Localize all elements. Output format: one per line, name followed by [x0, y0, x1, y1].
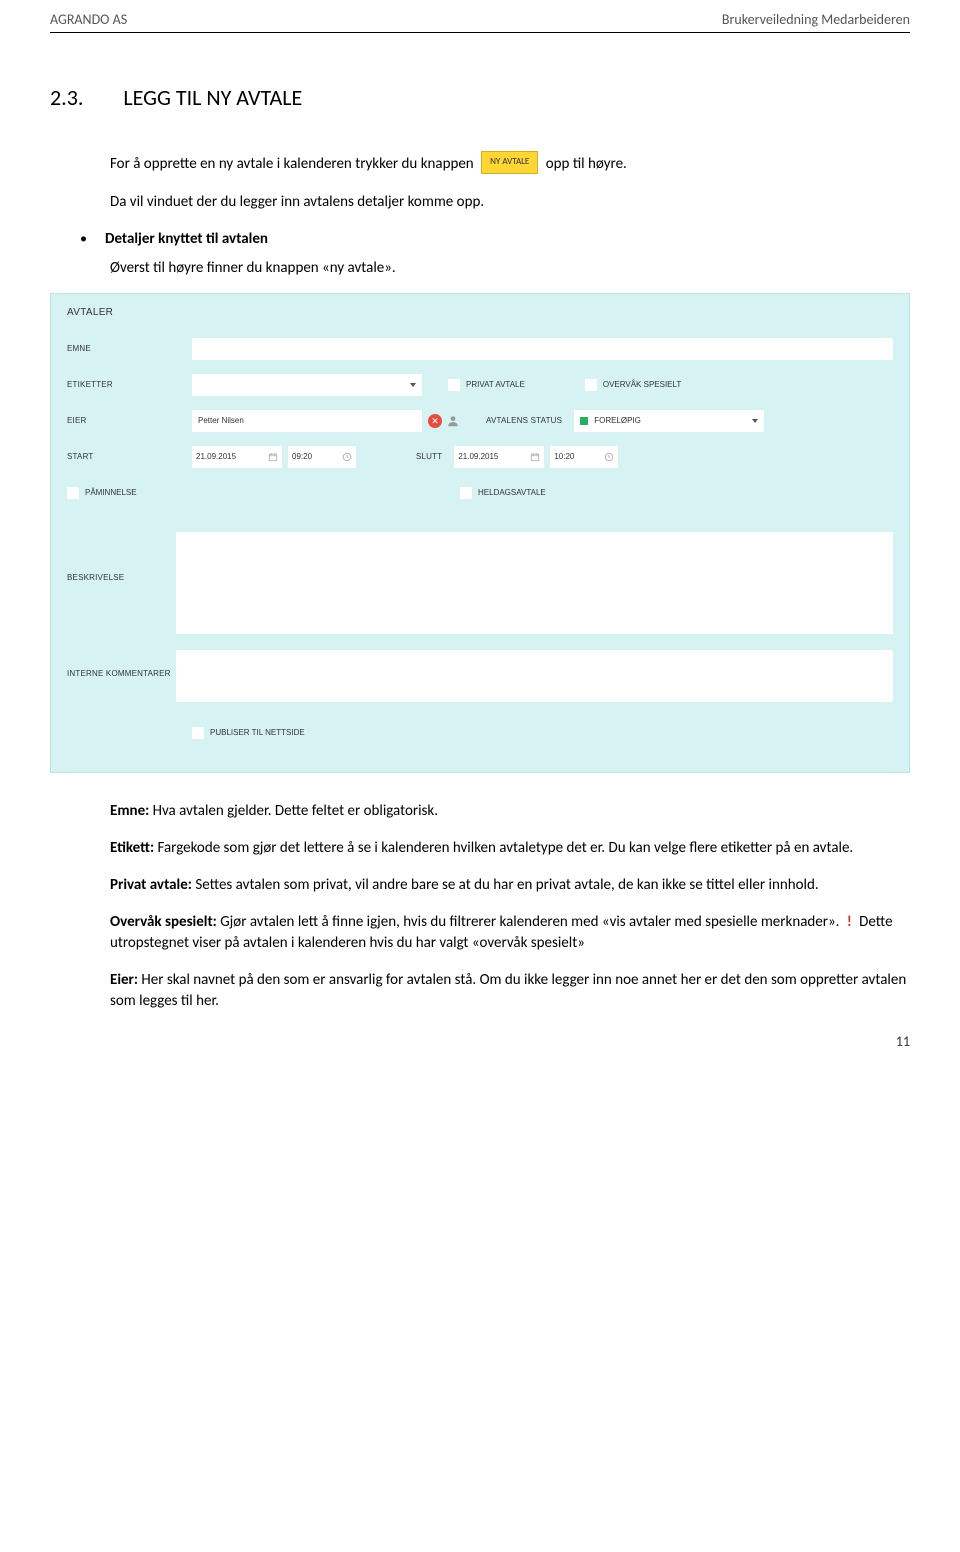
- label-emne: EMNE: [67, 343, 192, 354]
- doc-header-left: AGRANDO AS: [50, 10, 127, 30]
- exclamation-icon: !: [843, 913, 856, 931]
- person-icon[interactable]: [446, 414, 460, 428]
- desc-etikett: Etikett: Fargekode som gjør det lettere …: [110, 838, 910, 859]
- intro-line-1: For å opprette en ny avtale i kalenderen…: [110, 153, 910, 176]
- desc-overvak: Overvåk spesielt: Gjør avtalen lett å fi…: [110, 912, 910, 954]
- heldagsavtale-checkbox[interactable]: HELDAGSAVTALE: [460, 487, 546, 499]
- calendar-icon: [268, 452, 278, 462]
- bullet-title: Detaljer knyttet til avtalen: [105, 229, 268, 250]
- remove-eier-button[interactable]: ✕: [428, 414, 442, 428]
- page-number: 11: [50, 1032, 910, 1052]
- desc-emne: Emne: Hva avtalen gjelder. Dette feltet …: [110, 801, 910, 822]
- status-color-icon: [580, 417, 588, 425]
- label-etiketter: ETIKETTER: [67, 379, 192, 390]
- checkbox-icon: [67, 487, 79, 499]
- eier-input[interactable]: Petter Nilsen: [192, 410, 422, 432]
- beskrivelse-textarea[interactable]: [176, 532, 893, 634]
- overvak-spesielt-checkbox[interactable]: OVERVÅK SPESIELT: [585, 379, 681, 391]
- checkbox-icon: [585, 379, 597, 391]
- checkbox-icon: [192, 727, 204, 739]
- label-beskrivelse: BESKRIVELSE: [67, 532, 176, 583]
- label-start: START: [67, 451, 192, 462]
- paminnelse-checkbox[interactable]: PÅMINNELSE: [67, 487, 192, 499]
- clock-icon: [604, 452, 614, 462]
- intro-line-2: Da vil vinduet der du legger inn avtalen…: [110, 192, 910, 213]
- clock-icon: [342, 452, 352, 462]
- label-interne-kommentarer: INTERNE KOMMENTARER: [67, 650, 176, 679]
- section-number: 2.3.: [50, 83, 83, 114]
- bullet-dot-icon: •: [80, 229, 87, 250]
- bullet-detaljer: • Detaljer knyttet til avtalen: [80, 229, 910, 250]
- start-date-input[interactable]: 21.09.2015: [192, 446, 282, 468]
- bullet-sub: Øverst til høyre finner du knappen «ny a…: [110, 258, 910, 279]
- section-title: LEGG TIL NY AVTALE: [123, 83, 302, 114]
- label-slutt: SLUTT: [416, 451, 442, 462]
- publiser-checkbox[interactable]: PUBLISER TIL NETTSIDE: [192, 727, 305, 739]
- section-heading: 2.3. LEGG TIL NY AVTALE: [50, 83, 910, 114]
- privat-avtale-checkbox[interactable]: PRIVAT AVTALE: [448, 379, 525, 391]
- emne-input[interactable]: [192, 338, 893, 360]
- desc-eier: Eier: Her skal navnet på den som er ansv…: [110, 970, 910, 1012]
- desc-privat: Privat avtale: Settes avtalen som privat…: [110, 875, 910, 896]
- calendar-icon: [530, 452, 540, 462]
- avtaler-form-screenshot: AVTALER EMNE ETIKETTER PRIVAT AVTALE OVE…: [50, 293, 910, 773]
- start-time-input[interactable]: 09:20: [288, 446, 356, 468]
- etiketter-dropdown[interactable]: [192, 374, 422, 396]
- label-eier: EIER: [67, 415, 192, 426]
- checkbox-icon: [460, 487, 472, 499]
- status-dropdown[interactable]: FORELØPIG: [574, 410, 764, 432]
- checkbox-icon: [448, 379, 460, 391]
- ny-avtale-button[interactable]: NY AVTALE: [481, 151, 538, 174]
- interne-kommentarer-textarea[interactable]: [176, 650, 893, 702]
- chevron-down-icon: [410, 383, 416, 387]
- app-title: AVTALER: [67, 306, 893, 320]
- end-time-input[interactable]: 10:20: [550, 446, 618, 468]
- header-divider: [50, 32, 910, 33]
- label-avtalens-status: AVTALENS STATUS: [486, 415, 562, 426]
- chevron-down-icon: [752, 419, 758, 423]
- doc-header-right: Brukerveiledning Medarbeideren: [722, 10, 910, 30]
- end-date-input[interactable]: 21.09.2015: [454, 446, 544, 468]
